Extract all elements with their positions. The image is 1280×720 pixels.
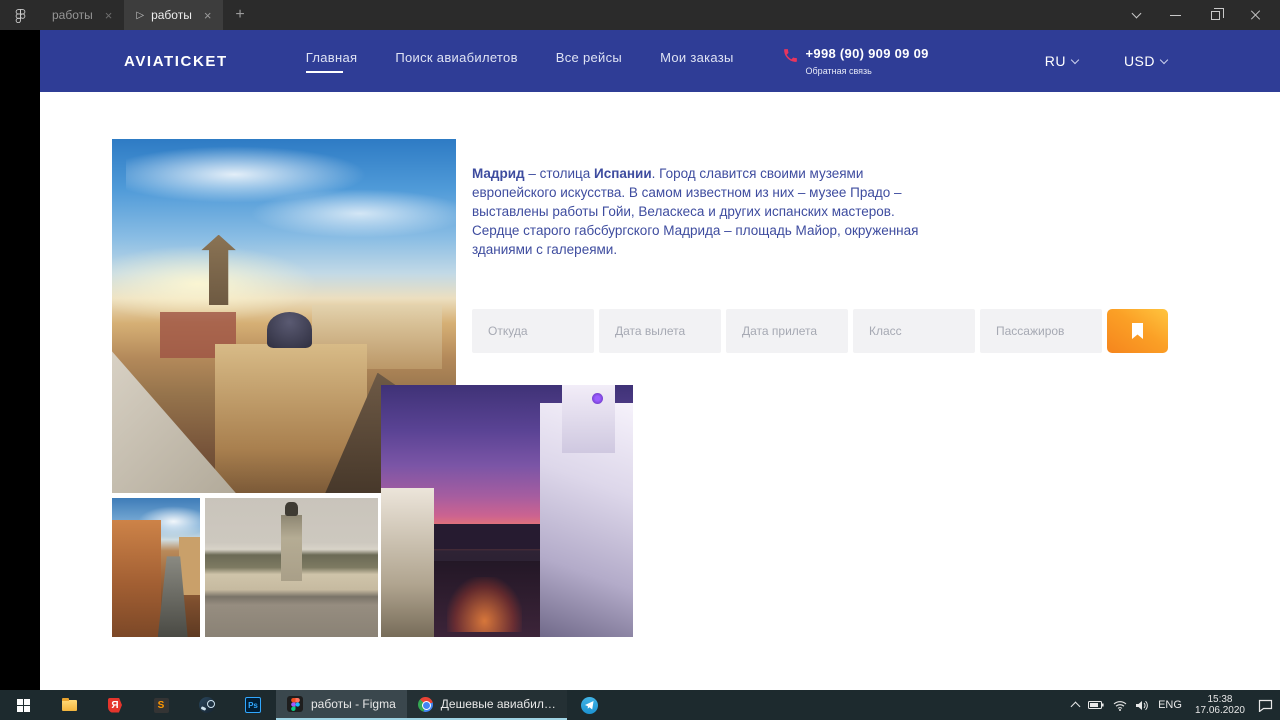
taskbar-clock[interactable]: 15:38 17.06.2020 bbox=[1191, 694, 1249, 716]
figma-task-button[interactable]: работы - Figma bbox=[276, 690, 407, 720]
battery-icon[interactable] bbox=[1088, 700, 1104, 710]
new-tab-button[interactable]: + bbox=[235, 6, 244, 24]
tab-close-icon[interactable]: × bbox=[105, 8, 113, 23]
presentation-play-icon: ▷ bbox=[136, 9, 145, 21]
close-window-button[interactable] bbox=[1250, 9, 1262, 21]
arrival-date-input[interactable] bbox=[726, 309, 848, 353]
nav-item-flight-search[interactable]: Поиск авиабилетов bbox=[395, 50, 517, 73]
chevron-down-icon bbox=[1159, 55, 1169, 64]
chrome-icon bbox=[417, 696, 433, 712]
madrid-description: Мадрид – столица Испании. Город славится… bbox=[472, 164, 920, 259]
currency-value: USD bbox=[1123, 53, 1155, 69]
chrome-task-button[interactable]: Дешевые авиабил… bbox=[406, 690, 567, 720]
titlebar-drag-region bbox=[245, 0, 1133, 30]
sublime-text-button[interactable]: S bbox=[138, 690, 184, 720]
chevron-down-icon bbox=[1070, 55, 1080, 64]
nav-item-all-flights[interactable]: Все рейсы bbox=[556, 50, 622, 73]
wifi-icon[interactable] bbox=[1113, 700, 1127, 711]
currency-selector[interactable]: USD bbox=[1123, 53, 1169, 69]
nav-item-my-orders[interactable]: Мои заказы bbox=[660, 50, 734, 73]
departure-date-input[interactable] bbox=[599, 309, 721, 353]
city-name-bold: Мадрид bbox=[472, 166, 525, 181]
file-explorer-button[interactable] bbox=[46, 690, 92, 720]
madrid-photo-night bbox=[381, 385, 633, 637]
nav-item-home[interactable]: Главная bbox=[306, 50, 358, 73]
minimize-button[interactable] bbox=[1170, 14, 1181, 16]
action-center-icon[interactable] bbox=[1258, 699, 1273, 712]
telegram-icon bbox=[581, 696, 599, 714]
feedback-link[interactable]: Обратная связь bbox=[806, 66, 929, 76]
phone-icon bbox=[783, 49, 797, 62]
yandex-icon: Я bbox=[108, 697, 122, 713]
chrome-task-label: Дешевые авиабил… bbox=[440, 697, 556, 711]
steam-button[interactable] bbox=[184, 690, 230, 720]
tab-label: работы bbox=[52, 8, 93, 22]
telegram-button[interactable] bbox=[567, 690, 613, 720]
tab-workspace-2-active[interactable]: ▷ работы × bbox=[124, 0, 224, 30]
flight-search-form bbox=[472, 309, 1168, 353]
photoshop-icon: Ps bbox=[245, 697, 261, 713]
keyboard-language[interactable]: ENG bbox=[1158, 699, 1182, 711]
madrid-photo-monument bbox=[205, 498, 378, 637]
class-input[interactable] bbox=[853, 309, 975, 353]
tray-expand-icon[interactable] bbox=[1070, 701, 1081, 712]
sublime-icon: S bbox=[153, 697, 169, 713]
madrid-photo-street bbox=[112, 498, 200, 637]
photoshop-button[interactable]: Ps bbox=[230, 690, 276, 720]
start-button[interactable] bbox=[0, 690, 46, 720]
contact-block: +998 (90) 909 09 09 Обратная связь bbox=[782, 46, 929, 76]
aviaticket-page: AVIATICKET Главная Поиск авиабилетов Все… bbox=[40, 30, 1280, 690]
tab-workspace-1[interactable]: работы × bbox=[40, 0, 124, 30]
brand-logo[interactable]: AVIATICKET bbox=[124, 53, 228, 70]
language-value: RU bbox=[1044, 53, 1066, 69]
figma-icon bbox=[287, 696, 303, 712]
restore-button[interactable] bbox=[1211, 7, 1224, 20]
passengers-input[interactable] bbox=[980, 309, 1102, 353]
steam-icon bbox=[199, 697, 215, 713]
volume-icon[interactable] bbox=[1136, 700, 1149, 711]
language-selector[interactable]: RU bbox=[1044, 53, 1080, 69]
chevron-down-icon[interactable] bbox=[1131, 8, 1142, 19]
country-name-bold: Испании bbox=[594, 166, 652, 181]
yandex-browser-button[interactable]: Я bbox=[92, 690, 138, 720]
bookmark-icon bbox=[1132, 322, 1143, 339]
search-button[interactable] bbox=[1107, 309, 1168, 353]
tab-close-icon[interactable]: × bbox=[204, 8, 212, 23]
system-tray: ENG 15:38 17.06.2020 bbox=[1070, 690, 1280, 720]
main-menu: Главная Поиск авиабилетов Все рейсы Мои … bbox=[306, 50, 734, 73]
figma-titlebar: работы × ▷ работы × + bbox=[0, 0, 1280, 30]
canvas-gutter bbox=[0, 30, 40, 690]
article-text: – столица bbox=[524, 166, 595, 181]
figma-menu-icon[interactable] bbox=[0, 8, 40, 23]
clock-date: 17.06.2020 bbox=[1194, 705, 1245, 716]
site-navbar: AVIATICKET Главная Поиск авиабилетов Все… bbox=[40, 30, 1280, 92]
phone-number[interactable]: +998 (90) 909 09 09 bbox=[806, 46, 929, 61]
figma-task-label: работы - Figma bbox=[311, 697, 396, 711]
origin-input[interactable] bbox=[472, 309, 594, 353]
clock-time: 15:38 bbox=[1207, 694, 1233, 705]
folder-icon bbox=[61, 697, 77, 711]
tab-label: работы bbox=[151, 8, 192, 22]
windows-taskbar: Я S Ps работы - Figma Дешевые авиабил… E… bbox=[0, 690, 1280, 720]
figma-presentation-canvas: AVIATICKET Главная Поиск авиабилетов Все… bbox=[0, 30, 1280, 690]
windows-logo-icon bbox=[16, 698, 30, 712]
